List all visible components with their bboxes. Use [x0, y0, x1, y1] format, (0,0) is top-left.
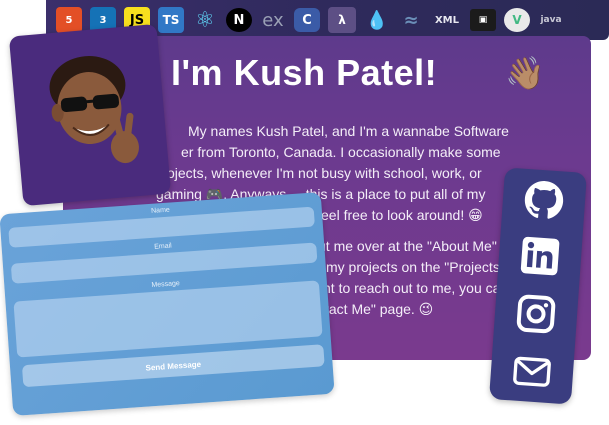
avatar-card [8, 23, 172, 207]
bio-line: My names Kush Patel, and I'm a wannabe S… [188, 123, 509, 139]
java-icon: java [540, 15, 562, 25]
email-icon[interactable] [511, 350, 554, 393]
html5-icon: 5 [56, 7, 82, 33]
bio-line: er from Toronto, Canada. I occasionally … [181, 144, 501, 160]
haskell-icon: λ [328, 7, 356, 33]
bio-line: ojects, whenever I'm not busy with schoo… [167, 165, 482, 181]
message-field[interactable]: Message [13, 280, 323, 358]
react-icon: ⚛ [195, 7, 215, 33]
linkedin-icon[interactable] [519, 235, 562, 278]
github-icon[interactable] [523, 179, 566, 222]
drop-icon: 💧 [365, 9, 389, 31]
avatar [49, 56, 139, 164]
c-icon: C [294, 8, 320, 32]
xml-icon: XML [434, 14, 460, 26]
wave-emoji: 👋🏽 [505, 55, 545, 91]
nextjs-icon: N [226, 8, 252, 32]
typescript-icon: TS [158, 7, 184, 33]
bio-line: ut me over at the "About Me" [318, 238, 497, 254]
swirl-icon: ≈ [403, 9, 419, 31]
bio-line: nt to reach out to me, you can [323, 280, 509, 296]
page-title: ! I'm Kush Patel! [148, 52, 438, 93]
instagram-icon[interactable] [515, 293, 558, 336]
box-icon: ▣ [470, 9, 496, 31]
bio-line: my projects on the "Projects" [326, 259, 505, 275]
social-links-card [489, 167, 587, 405]
bio-line: tact Me" page. 😉 [325, 301, 434, 317]
contact-form: Name Email Message Send Message [0, 192, 335, 416]
vue-icon: V [504, 8, 530, 32]
bio-line: eel free to look around! 😁 [321, 207, 483, 223]
express-icon: ex [262, 9, 284, 31]
